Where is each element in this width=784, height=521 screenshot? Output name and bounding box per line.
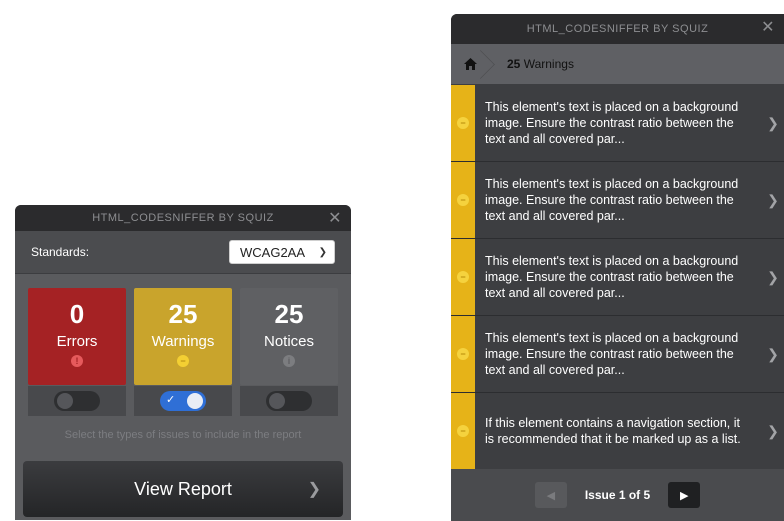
breadcrumb: 25 Warnings (451, 44, 784, 84)
warning-stripe: − (451, 316, 475, 392)
errors-box[interactable]: 0 Errors ! (28, 288, 126, 385)
issue-message: This element's text is placed on a backg… (485, 254, 739, 300)
notices-toggle[interactable] (266, 391, 312, 411)
standards-select[interactable]: WCAG2AA ❯ (229, 240, 335, 264)
chevron-right-icon: ❯ (767, 114, 779, 131)
warning-icon: − (457, 194, 469, 206)
list-item[interactable]: − This element's text is placed on a bac… (451, 162, 784, 239)
issue-message: This element's text is placed on a backg… (485, 177, 739, 223)
list-item[interactable]: − This element's text is placed on a bac… (451, 239, 784, 316)
chevron-right-icon: ❯ (767, 422, 779, 439)
warning-stripe: − (451, 162, 475, 238)
warnings-count: 25 (168, 299, 198, 329)
warnings-toggle[interactable]: ✓ (160, 391, 206, 411)
issue-type-toggles: ✓ (28, 386, 338, 416)
notices-count: 25 (274, 299, 304, 329)
errors-count: 0 (69, 299, 85, 329)
notice-icon: i (283, 355, 295, 367)
issue-message: This element's text is placed on a backg… (485, 100, 739, 146)
warning-stripe: − (451, 239, 475, 315)
warning-icon: − (457, 425, 469, 437)
list-item[interactable]: − This element's text is placed on a bac… (451, 316, 784, 393)
issue-pager: ◀ Issue 1 of 5 ▶ (451, 469, 784, 521)
toggle-knob (269, 393, 285, 409)
warning-icon: − (457, 117, 469, 129)
home-icon[interactable] (451, 44, 489, 84)
issue-message: This element's text is placed on a backg… (485, 331, 739, 377)
errors-toggle-cell (28, 386, 126, 416)
issue-list: − This element's text is placed on a bac… (451, 85, 784, 470)
warning-icon: − (457, 348, 469, 360)
standards-row: Standards: WCAG2AA ❯ (15, 231, 351, 274)
view-report-button[interactable]: View Report ❯ (23, 461, 343, 517)
close-icon[interactable]: ✕ (761, 17, 775, 37)
errors-toggle[interactable] (54, 391, 100, 411)
summary-titlebar: HTML_CODESNIFFER BY SQUIZ ✕ (15, 205, 351, 231)
error-icon: ! (71, 355, 83, 367)
toggle-knob (57, 393, 73, 409)
warnings-toggle-cell: ✓ (134, 386, 232, 416)
errors-label: Errors (56, 333, 98, 350)
issues-title: HTML_CODESNIFFER BY SQUIZ (526, 23, 709, 35)
checkmark-icon: ✓ (166, 394, 176, 406)
pager-status: Issue 1 of 5 (584, 488, 651, 502)
warning-stripe: − (451, 393, 475, 469)
issues-titlebar: HTML_CODESNIFFER BY SQUIZ ✕ (451, 14, 784, 44)
next-issue-button[interactable]: ▶ (668, 482, 701, 508)
close-icon[interactable]: ✕ (328, 208, 342, 228)
view-report-label: View Report (134, 478, 232, 499)
notices-label: Notices (263, 333, 315, 350)
standards-label: Standards: (31, 245, 90, 259)
standards-select-value: WCAG2AA (240, 244, 306, 260)
chevron-right-icon: ❯ (767, 191, 779, 208)
codesniffer-summary-panel: HTML_CODESNIFFER BY SQUIZ ✕ Standards: W… (15, 205, 351, 520)
warnings-label: Warnings (151, 333, 215, 350)
warning-stripe: − (451, 85, 475, 161)
previous-issue-button[interactable]: ◀ (534, 482, 567, 508)
codesniffer-issues-panel: HTML_CODESNIFFER BY SQUIZ ✕ 25 Warnings … (451, 14, 784, 521)
issue-types-hint: Select the types of issues to include in… (64, 429, 302, 441)
chevron-right-icon: ❯ (767, 345, 779, 362)
list-item[interactable]: − This element's text is placed on a bac… (451, 85, 784, 162)
chevron-right-icon: ❯ (307, 481, 321, 498)
chevron-right-icon: ❯ (767, 268, 779, 285)
breadcrumb-label: Warnings (523, 57, 574, 71)
warnings-box[interactable]: 25 Warnings − (134, 288, 232, 385)
warning-icon: − (457, 271, 469, 283)
chevron-down-icon: ❯ (318, 246, 327, 258)
issue-message: If this element contains a navigation se… (485, 416, 741, 446)
list-item[interactable]: − If this element contains a navigation … (451, 393, 784, 470)
breadcrumb-current: 25 Warnings (507, 57, 574, 71)
summary-title: HTML_CODESNIFFER BY SQUIZ (92, 212, 274, 224)
breadcrumb-count: 25 (507, 57, 521, 71)
issue-type-boxes: 0 Errors ! 25 Warnings − 25 Notices i (28, 288, 338, 386)
warning-icon: − (177, 355, 189, 367)
notices-box[interactable]: 25 Notices i (240, 288, 338, 385)
notices-toggle-cell (240, 386, 338, 416)
toggle-knob (187, 393, 203, 409)
